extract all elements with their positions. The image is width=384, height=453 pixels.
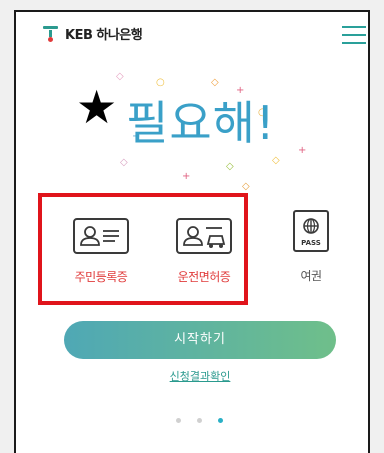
sparkle-decoration: ◇	[226, 161, 234, 172]
passport-icon: PASS	[293, 210, 329, 252]
star-icon: ★	[76, 80, 118, 134]
page-dot[interactable]	[197, 418, 202, 423]
sparkle-decoration: ◇	[211, 77, 219, 88]
check-result-link[interactable]: 신청결과확인	[120, 368, 280, 384]
sparkle-decoration: ◇	[120, 157, 128, 168]
page-dot[interactable]	[176, 418, 181, 423]
sparkle-decoration: +	[236, 85, 245, 96]
sparkle-decoration: ◇	[116, 71, 124, 82]
start-button[interactable]: 시작하기	[64, 321, 336, 359]
id-option-passport[interactable]: PASS 여권	[266, 210, 356, 284]
id-selection-highlight	[38, 193, 248, 305]
page-dot-active[interactable]	[218, 418, 223, 423]
passport-badge-text: PASS	[301, 239, 321, 247]
hero-banner: ◇ ○ ◇ + ○ + ◇ + ◇ ◇ + ◇ ★ 필요해!	[36, 64, 336, 204]
id-option-label: 여권	[300, 269, 322, 283]
brand-logo: KEB 하나은행	[42, 23, 143, 43]
pagination-dots	[176, 418, 236, 426]
hana-logo-icon	[42, 24, 60, 42]
hamburger-menu-icon[interactable]	[342, 26, 366, 44]
brand-name: KEB 하나은행	[65, 27, 143, 43]
sparkle-decoration: ◇	[272, 155, 280, 166]
sparkle-decoration: ◇	[242, 181, 250, 192]
sparkle-decoration: +	[182, 171, 191, 182]
sparkle-decoration: ○	[156, 77, 165, 88]
sparkle-decoration: +	[298, 145, 307, 156]
hero-title: 필요해!	[126, 96, 276, 150]
